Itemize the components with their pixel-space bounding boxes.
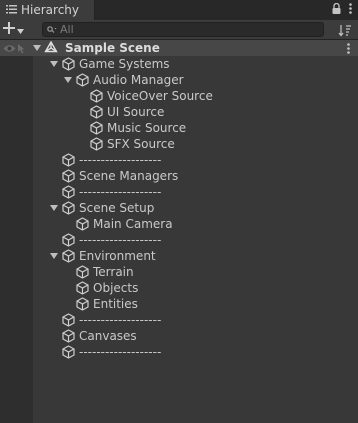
gameobject-cube-icon [75,264,89,280]
hierarchy-window: Hierarchy All Sample Scene Game Systems … [0,0,358,423]
hierarchy-item-label: Entities [93,297,138,311]
hierarchy-row[interactable]: Music Source [0,120,358,136]
hierarchy-item-label: VoiceOver Source [107,89,213,103]
tab-hierarchy[interactable]: Hierarchy [0,0,95,20]
search-input[interactable] [60,23,310,36]
expand-arrow-icon[interactable] [49,248,59,264]
kebab-menu-icon[interactable] [349,3,352,17]
gameobject-cube-icon [89,104,103,120]
sort-button[interactable] [337,22,353,38]
hierarchy-row[interactable]: ------------------- [0,312,358,328]
toolbar [0,20,358,40]
hierarchy-item-label: ------------------- [79,185,162,199]
gameobject-cube-icon [61,328,75,344]
gameobject-cube-icon [75,296,89,312]
plus-icon [3,22,15,37]
create-button[interactable] [3,21,33,38]
hierarchy-row[interactable]: VoiceOver Source [0,88,358,104]
gameobject-cube-icon [61,56,75,72]
hierarchy-row[interactable]: Entities [0,296,358,312]
expand-arrow-icon[interactable] [32,40,42,56]
search-field[interactable] [42,22,324,37]
hierarchy-row[interactable]: ------------------- [0,184,358,200]
tab-title: Hierarchy [21,3,80,17]
hierarchy-item-label: UI Source [107,105,165,119]
gameobject-cube-icon [89,136,103,152]
expand-arrow-icon[interactable] [49,200,59,216]
gameobject-cube-icon [61,232,75,248]
hierarchy-item-label: Canvases [79,329,137,343]
scene-row[interactable]: Sample Scene [0,40,358,56]
hierarchy-item-label: SFX Source [107,137,175,151]
sort-icon [337,25,353,41]
hierarchy-item-label: Scene Setup [79,201,155,215]
hierarchy-row[interactable]: ------------------- [0,232,358,248]
hierarchy-item-label: Music Source [107,121,187,135]
hierarchy-item-label: Terrain [93,265,134,279]
hierarchy-item-label: ------------------- [79,313,162,327]
hierarchy-row[interactable]: Environment [0,248,358,264]
list-icon [6,3,17,17]
hierarchy-item-label: Objects [93,281,139,295]
gameobject-cube-icon [61,200,75,216]
search-icon [47,23,57,37]
gameobject-cube-icon [61,168,75,184]
hierarchy-row[interactable]: Main Camera [0,216,358,232]
chevron-down-icon [17,23,24,37]
hierarchy-row[interactable]: Objects [0,280,358,296]
hierarchy-item-label: ------------------- [79,153,162,167]
hierarchy-item-label: Game Systems [79,57,170,71]
hierarchy-tree: Sample Scene Game Systems Audio Manager Vo… [0,40,358,423]
hierarchy-item-label: Audio Manager [93,73,184,87]
unity-scene-icon [44,40,58,56]
hierarchy-row[interactable]: Audio Manager [0,72,358,88]
hierarchy-row[interactable]: Game Systems [0,56,358,72]
hierarchy-row[interactable]: ------------------- [0,344,358,360]
eye-icon[interactable] [3,40,16,56]
gameobject-cube-icon [61,344,75,360]
gameobject-cube-icon [89,88,103,104]
hierarchy-item-label: Main Camera [93,217,173,231]
hierarchy-item-label: ------------------- [79,233,162,247]
hierarchy-row[interactable]: Scene Setup [0,200,358,216]
gameobject-cube-icon [61,152,75,168]
hierarchy-row[interactable]: Canvases [0,328,358,344]
hierarchy-row[interactable]: Scene Managers [0,168,358,184]
hierarchy-item-label: Scene Managers [79,169,179,183]
tab-bar: Hierarchy [0,0,358,20]
scene-name: Sample Scene [65,41,160,55]
scene-menu-icon[interactable] [347,40,350,56]
hierarchy-row[interactable]: ------------------- [0,152,358,168]
gameobject-cube-icon [61,184,75,200]
gameobject-cube-icon [61,248,75,264]
hierarchy-row[interactable]: Terrain [0,264,358,280]
gameobject-cube-icon [89,120,103,136]
lock-icon[interactable] [332,2,341,17]
gameobject-cube-icon [75,72,89,88]
hierarchy-row[interactable]: SFX Source [0,136,358,152]
gameobject-cube-icon [75,280,89,296]
expand-arrow-icon[interactable] [63,72,73,88]
gameobject-cube-icon [61,312,75,328]
expand-arrow-icon[interactable] [49,56,59,72]
hierarchy-item-label: Environment [79,249,156,263]
hierarchy-item-label: ------------------- [79,345,162,359]
pick-hand-icon[interactable] [17,40,28,56]
hierarchy-row[interactable]: UI Source [0,104,358,120]
gameobject-cube-icon [75,216,89,232]
